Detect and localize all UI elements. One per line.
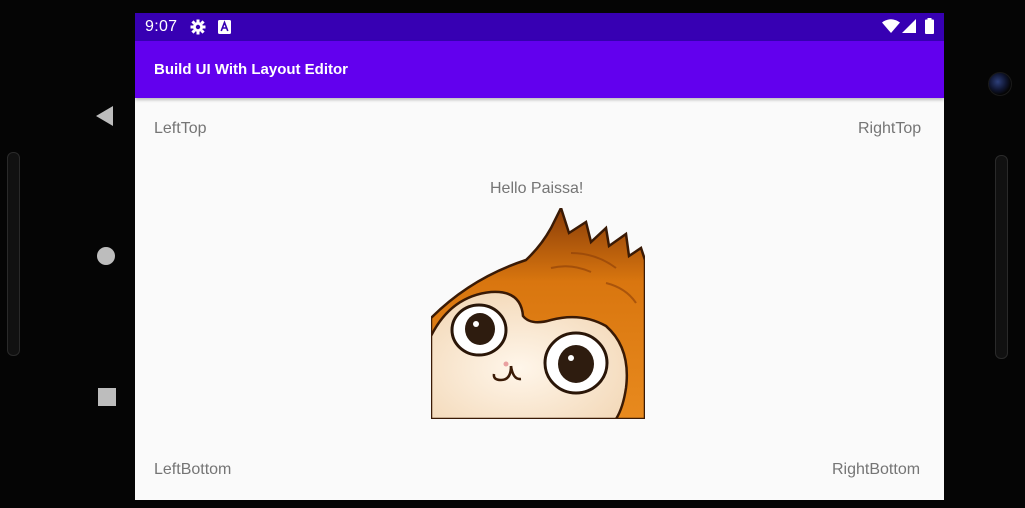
battery-icon: [925, 18, 934, 39]
right-top-label: RightTop: [858, 120, 922, 137]
home-icon[interactable]: [97, 247, 115, 265]
app-screen: 9:07 Build UI With Layout Editor LeftTop…: [135, 13, 944, 500]
device-frame: 9:07 Build UI With Layout Editor LeftTop…: [0, 0, 1025, 508]
wifi-icon: [882, 19, 900, 38]
volume-button[interactable]: [7, 152, 20, 356]
right-bottom-label: RightBottom: [832, 461, 921, 478]
back-icon[interactable]: [96, 106, 113, 126]
app-title: Build UI With Layout Editor: [154, 61, 349, 78]
power-button[interactable]: [995, 155, 1008, 359]
hello-label: Hello Paissa!: [490, 180, 584, 197]
camera-icon: [988, 72, 1012, 96]
settings-icon: [190, 19, 206, 40]
signal-icon: [902, 19, 916, 38]
left-bottom-label: LeftBottom: [154, 461, 232, 478]
status-time: 9:07: [145, 18, 178, 35]
left-top-label: LeftTop: [154, 120, 207, 137]
recents-icon[interactable]: [98, 388, 116, 406]
cartoon-creature-image: [429, 204, 647, 421]
status-bar: 9:07: [135, 13, 944, 41]
font-a-icon: [218, 20, 231, 39]
app-bar: Build UI With Layout Editor: [135, 41, 944, 98]
